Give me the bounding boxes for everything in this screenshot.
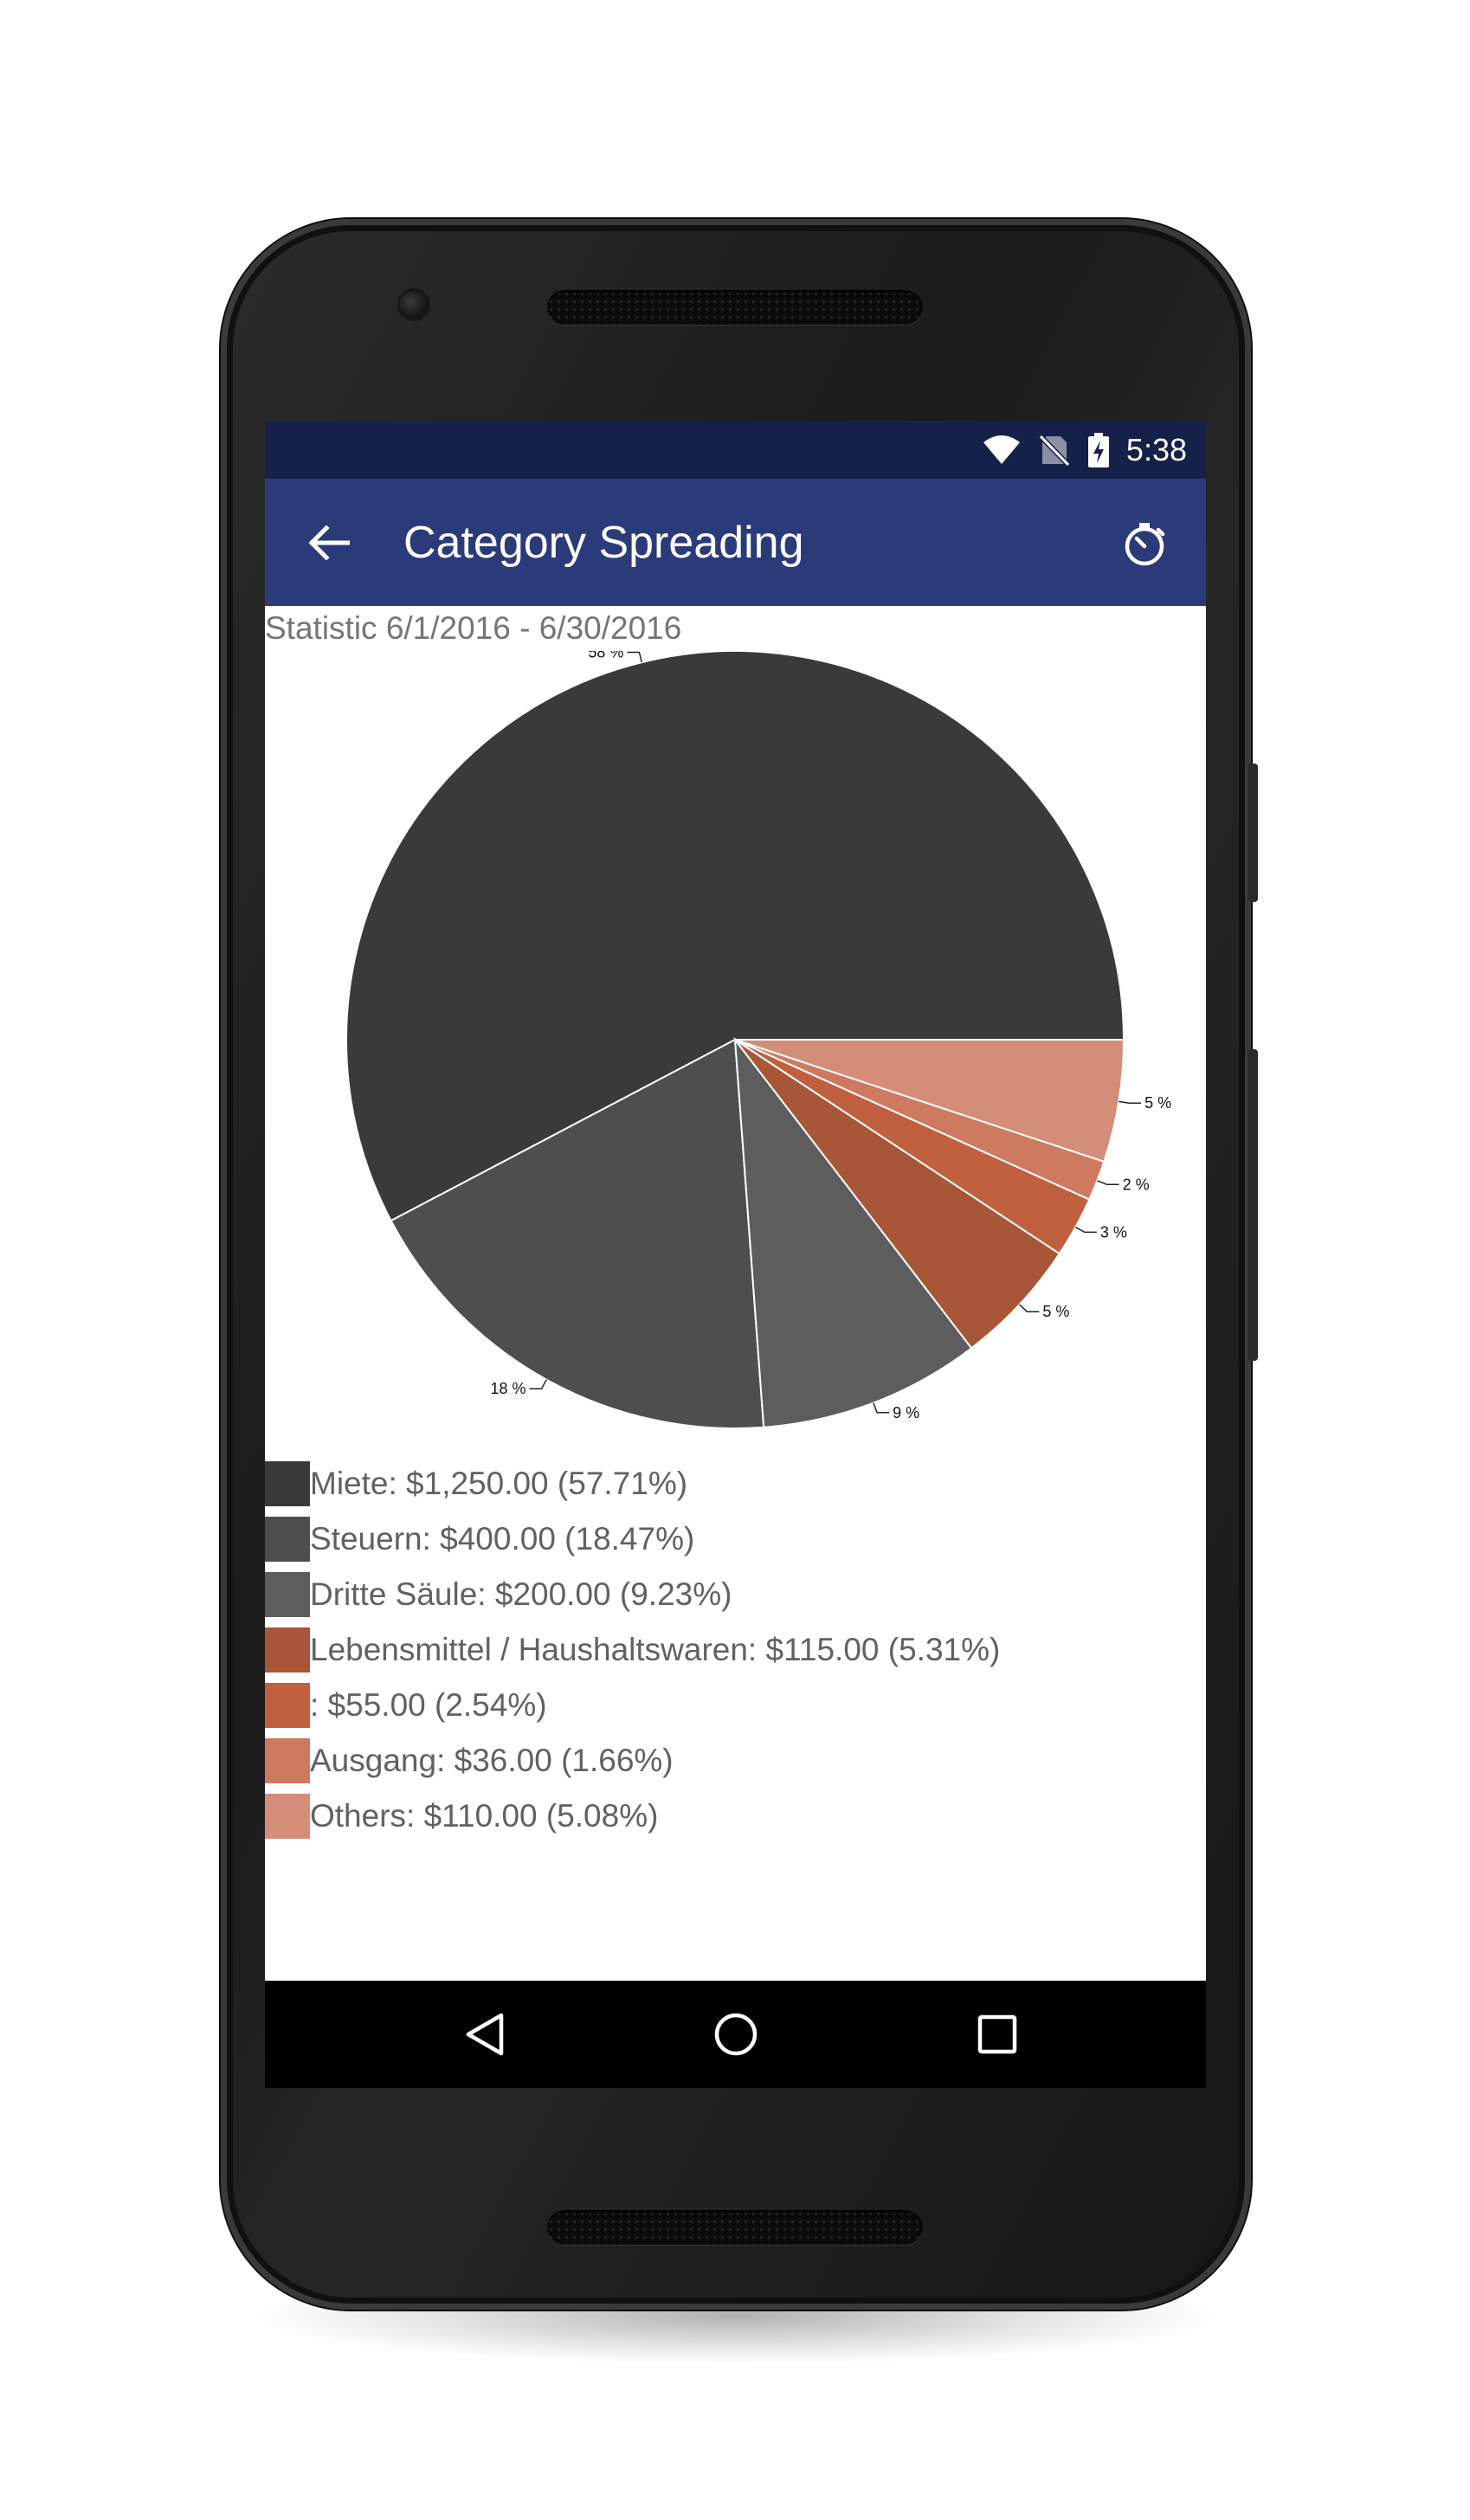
battery-charging-icon [1087, 432, 1109, 467]
volume-button [1248, 1049, 1258, 1361]
slice-percent-label: 2 % [1123, 1176, 1150, 1193]
legend-item: Steuern: $400.00 (18.47%) [265, 1511, 1000, 1567]
slice-percent-label: 18 % [490, 1380, 525, 1397]
slice-percent-label: 5 % [1144, 1094, 1171, 1112]
legend-item: Others: $110.00 (5.08%) [265, 1788, 1000, 1844]
slice-label-leader [873, 1402, 890, 1414]
legend-swatch [265, 1572, 310, 1617]
legend-swatch [265, 1738, 310, 1783]
legend-swatch [265, 1683, 310, 1728]
slice-percent-label: 9 % [893, 1404, 919, 1421]
circle-home-icon [714, 2013, 758, 2056]
slice-percent-label: 58 % [588, 651, 623, 661]
page-title: Category Spreading [403, 518, 804, 568]
legend-text: Others: $110.00 (5.08%) [310, 1798, 659, 1834]
legend-swatch [265, 1627, 310, 1672]
legend-item: Ausgang: $36.00 (1.66%) [265, 1733, 1000, 1788]
period-button[interactable] [1113, 513, 1176, 576]
top-speaker-grille [547, 290, 923, 325]
slice-percent-label: 3 % [1100, 1223, 1127, 1241]
slice-label-leader [1119, 1100, 1142, 1104]
legend-item: Miete: $1,250.00 (57.71%) [265, 1456, 1000, 1511]
no-sim-icon [1039, 434, 1069, 466]
legend-text: Steuern: $400.00 (18.47%) [310, 1521, 695, 1556]
triangle-back-icon [466, 2013, 504, 2056]
timer-icon [1125, 523, 1165, 566]
slice-label-leader [529, 1379, 547, 1389]
back-button[interactable] [301, 515, 357, 570]
system-nav-bar [265, 1981, 1206, 2088]
legend-item: Dritte Säule: $200.00 (9.23%) [265, 1567, 1000, 1622]
nav-back-button[interactable] [450, 2000, 519, 2069]
app-toolbar: Category Spreading [265, 479, 1206, 606]
status-bar: 5:38 [265, 421, 1206, 479]
legend-item: Lebensmittel / Haushaltswaren: $115.00 (… [265, 1622, 1000, 1678]
legend-text: Lebensmittel / Haushaltswaren: $115.00 (… [310, 1632, 1001, 1667]
slice-label-leader [1019, 1304, 1040, 1312]
slice-percent-label: 5 % [1042, 1303, 1069, 1320]
legend-text: Dritte Säule: $200.00 (9.23%) [310, 1576, 732, 1612]
nav-recents-button[interactable] [963, 2000, 1032, 2069]
nav-home-button[interactable] [701, 2000, 770, 2069]
legend-swatch [265, 1794, 310, 1839]
statistic-period-label: Statistic 6/1/2016 - 6/30/2016 [265, 610, 682, 646]
front-camera [400, 291, 428, 319]
legend-text: : $55.00 (2.54%) [310, 1687, 547, 1723]
legend-item: : $55.00 (2.54%) [265, 1678, 1000, 1733]
slice-label-leader [627, 651, 643, 663]
category-pie-chart: 58 % 18 % 9 % 5 % 3 % 2 % 5 % [345, 651, 1171, 1429]
slice-label-leader [1074, 1226, 1097, 1234]
legend-swatch [265, 1461, 310, 1506]
wifi-icon [983, 435, 1021, 466]
screen: 5:38 Category Spreading Statistic 6/1/20… [265, 421, 1206, 2088]
legend-text: Miete: $1,250.00 (57.71%) [310, 1466, 688, 1501]
chart-legend: Miete: $1,250.00 (57.71%) Steuern: $400.… [265, 1456, 1000, 1844]
bottom-speaker-grille [547, 2210, 923, 2245]
status-time: 5:38 [1125, 431, 1187, 467]
content-area: Statistic 6/1/2016 - 6/30/2016 58 % 18 % 9… [265, 606, 1206, 1981]
slice-label-leader [1097, 1180, 1119, 1186]
square-recents-icon [977, 2014, 1017, 2054]
power-button [1248, 764, 1258, 902]
legend-text: Ausgang: $36.00 (1.66%) [310, 1743, 674, 1778]
legend-swatch [265, 1517, 310, 1562]
arrow-left-icon [308, 525, 350, 560]
